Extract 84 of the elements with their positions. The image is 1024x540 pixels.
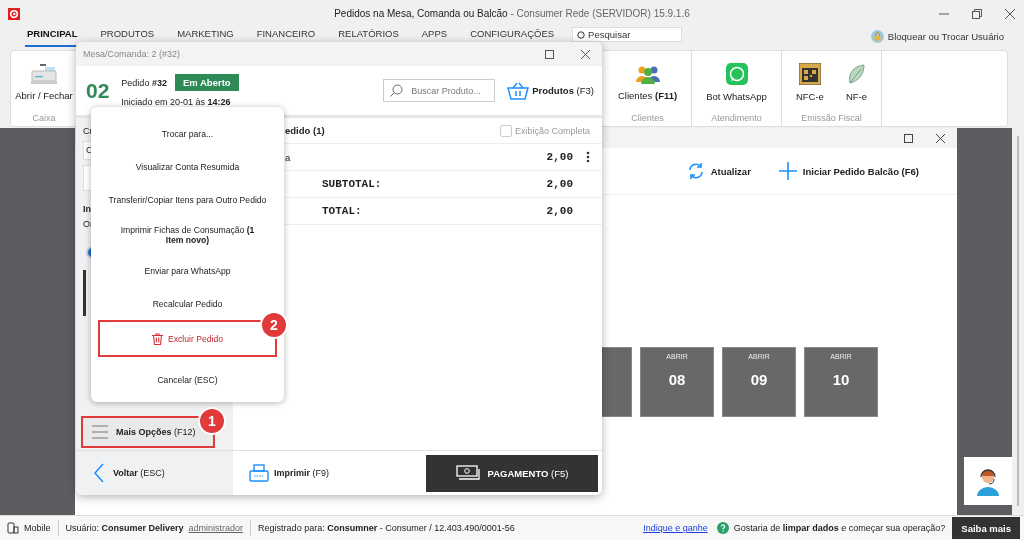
onboarding-prompt: Gostaria de limpar dados e começar sua operação? xyxy=(733,523,946,533)
panel-heading: In xyxy=(83,204,91,214)
menu-item[interactable]: Visualizar Conta Resumida xyxy=(100,150,275,183)
ribbon-group-label: Emissão Fiscal xyxy=(801,113,862,125)
vertical-bar xyxy=(83,270,86,316)
device-label: Mobile xyxy=(24,523,51,533)
menu-item[interactable]: Imprimir Fichas de Consumação (1 Item novo) xyxy=(100,216,275,254)
window-title: Pedidos na Mesa, Comanda ou Balcão xyxy=(334,8,508,19)
step-badge: 2 xyxy=(260,311,288,339)
scrollbar[interactable] xyxy=(1017,136,1019,506)
item-name: a xyxy=(285,151,291,163)
lock-icon xyxy=(870,30,884,43)
ribbon-button[interactable]: Bot WhatsApp xyxy=(706,62,767,102)
plus-icon xyxy=(778,162,797,180)
items-header: edido (1) xyxy=(285,125,325,136)
ribbon-button[interactable]: NF-e xyxy=(845,62,867,102)
ribbon-button[interactable]: NFC-e xyxy=(795,62,824,102)
menu-tab[interactable]: RELATÓRIOS xyxy=(336,27,401,47)
total-value: 2,00 xyxy=(546,178,573,190)
registered-label: Registrado para: Consumner - Consumer / 12.403.490/0001-56 xyxy=(258,523,515,533)
referral-link[interactable]: Indique e ganhe xyxy=(643,523,708,533)
window-subtitle: - Consumer Rede (SERVIDOR) 15.9.1.6 xyxy=(510,8,690,19)
printer-icon xyxy=(249,464,269,482)
item-price: 2,00 xyxy=(546,151,573,163)
order-number: Pedido #32 xyxy=(121,77,167,88)
help-icon xyxy=(716,522,729,534)
status-badge: Em Aberto xyxy=(174,74,239,91)
cash-register-icon xyxy=(31,63,57,84)
ribbon-group-label: Clientes xyxy=(631,113,664,125)
cash-icon xyxy=(455,465,480,481)
total-label: TOTAL: xyxy=(322,205,362,217)
menu-tab[interactable]: MARKETING xyxy=(175,27,236,47)
lock-user-button[interactable]: Bloquear ou Trocar Usuário xyxy=(887,31,1004,42)
restore-icon[interactable] xyxy=(972,8,982,19)
chat-bubble-icon xyxy=(725,62,748,85)
order-start-time: Iniciado em 20-01 às 14:26 xyxy=(121,97,232,107)
menu-item[interactable]: Cancelar (ESC) xyxy=(100,363,275,396)
search-field[interactable]: Pesquisar xyxy=(572,27,683,42)
qr-code-icon xyxy=(798,62,821,85)
toolbar-button[interactable]: Iniciar Pedido Balcão (F6) xyxy=(778,162,919,180)
dialog-title: Mesa/Comanda: 2 (#32) xyxy=(83,49,181,59)
role-link[interactable]: administrador xyxy=(188,523,244,533)
search-icon xyxy=(577,30,586,39)
mobile-device-icon xyxy=(7,522,19,534)
menu-tab[interactable]: FINANCEIRO xyxy=(254,27,318,47)
search-icon xyxy=(390,84,404,97)
app-logo-icon xyxy=(8,7,20,20)
menu-item[interactable]: Enviar para WhatsApp xyxy=(100,254,275,287)
ribbon-group-label: Caixa xyxy=(32,113,56,125)
support-agent-button[interactable] xyxy=(964,457,1012,505)
learn-more-button[interactable]: Saiba mais xyxy=(952,517,1020,539)
menu-item[interactable]: Transferir/Copiar Itens para Outro Pedido xyxy=(100,183,275,216)
menu-tab[interactable]: APPS xyxy=(419,27,450,47)
trash-icon xyxy=(152,332,164,345)
checkbox-label: Exibição Completa xyxy=(514,125,590,136)
maximize-icon[interactable] xyxy=(545,49,554,59)
refresh-icon xyxy=(686,162,705,180)
close-icon[interactable] xyxy=(1005,8,1015,19)
table-number: 02 xyxy=(86,78,110,103)
toolbar-button[interactable]: Atualizar xyxy=(686,162,751,180)
product-search-field[interactable]: Buscar Produto... xyxy=(383,79,496,102)
total-value: 2,00 xyxy=(546,205,573,217)
step-badge: 1 xyxy=(198,407,226,435)
back-button[interactable]: Voltar (ESC) xyxy=(94,463,165,483)
menu-tab[interactable]: PRODUTOS xyxy=(98,27,157,47)
menu-icon xyxy=(92,425,108,439)
chevron-left-icon xyxy=(94,463,104,483)
leaf-icon xyxy=(846,62,867,85)
print-button[interactable]: Imprimir (F9) xyxy=(249,464,329,482)
close-icon[interactable] xyxy=(936,133,945,143)
ribbon-button[interactable]: Abrir / Fechar xyxy=(15,63,73,101)
menu-item[interactable]: Trocar para... xyxy=(100,117,275,150)
payment-button[interactable]: PAGAMENTO (F5) xyxy=(426,454,598,492)
basket-icon xyxy=(507,81,530,100)
ribbon-button[interactable]: Clientes (F11) xyxy=(618,63,678,101)
checkbox[interactable] xyxy=(499,124,512,137)
products-button[interactable]: Produtos (F3) xyxy=(507,81,594,100)
close-icon[interactable] xyxy=(581,49,590,59)
user-label: Usuário: Consumer Delivery xyxy=(65,523,184,533)
total-label: SUBTOTAL: xyxy=(322,178,382,190)
more-vertical-icon[interactable] xyxy=(586,151,590,163)
maximize-icon[interactable] xyxy=(904,133,913,143)
menu-tab[interactable]: CONFIGURAÇÕES xyxy=(468,27,557,47)
ribbon-group-label: Atendimento xyxy=(711,113,762,125)
